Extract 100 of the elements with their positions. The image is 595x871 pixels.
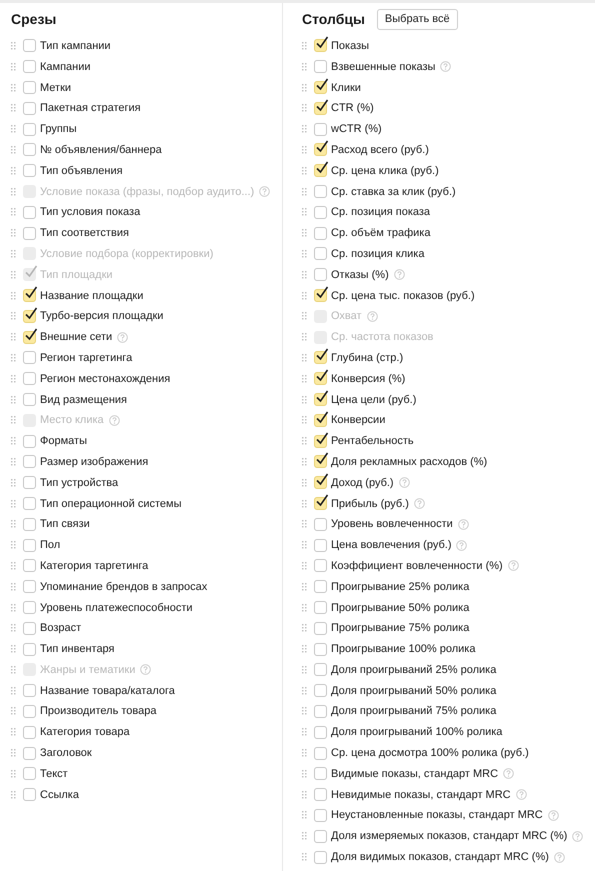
drag-handle-icon[interactable] (11, 707, 16, 716)
checkbox[interactable] (23, 455, 36, 468)
drag-handle-icon[interactable] (302, 582, 307, 591)
drag-handle-icon[interactable] (302, 292, 307, 300)
checkbox[interactable] (314, 830, 327, 843)
drag-handle-icon[interactable] (302, 42, 307, 50)
drag-handle-icon[interactable] (302, 146, 307, 154)
drag-handle-icon[interactable] (302, 374, 307, 383)
drag-handle-icon[interactable] (11, 333, 16, 342)
drag-handle-icon[interactable] (11, 458, 16, 466)
drag-handle-icon[interactable] (302, 770, 307, 778)
drag-handle-icon[interactable] (302, 188, 307, 196)
drag-handle-icon[interactable] (11, 666, 16, 674)
checkbox[interactable] (314, 81, 327, 94)
checkbox[interactable] (23, 143, 36, 156)
checkbox[interactable] (23, 746, 36, 760)
checkbox[interactable] (314, 642, 327, 656)
drag-handle-icon[interactable] (11, 62, 16, 71)
drag-handle-icon[interactable] (302, 396, 307, 404)
drag-handle-icon[interactable] (302, 208, 307, 216)
checkbox[interactable] (314, 289, 327, 302)
checkbox[interactable] (23, 580, 36, 594)
checkbox[interactable] (23, 559, 36, 572)
drag-handle-icon[interactable] (11, 437, 16, 446)
drag-handle-icon[interactable] (11, 541, 16, 550)
checkbox[interactable] (314, 102, 327, 115)
checkbox[interactable] (23, 226, 36, 240)
checkbox[interactable] (314, 788, 327, 802)
checkbox[interactable] (314, 622, 327, 635)
checkbox[interactable] (314, 704, 327, 718)
checkbox[interactable] (314, 143, 327, 156)
checkbox[interactable] (314, 226, 327, 240)
drag-handle-icon[interactable] (302, 645, 307, 654)
drag-handle-icon[interactable] (11, 604, 16, 612)
drag-handle-icon[interactable] (302, 478, 307, 487)
drag-handle-icon[interactable] (11, 188, 16, 196)
drag-handle-icon[interactable] (11, 749, 16, 758)
checkbox[interactable] (314, 268, 327, 282)
drag-handle-icon[interactable] (302, 666, 307, 674)
drag-handle-icon[interactable] (302, 437, 307, 446)
drag-handle-icon[interactable] (302, 312, 307, 320)
checkbox[interactable] (23, 684, 36, 698)
checkbox[interactable] (23, 289, 36, 302)
checkbox[interactable] (314, 559, 327, 572)
drag-handle-icon[interactable] (11, 354, 16, 362)
drag-handle-icon[interactable] (302, 166, 307, 175)
checkbox[interactable] (314, 372, 327, 386)
drag-handle-icon[interactable] (302, 562, 307, 570)
drag-handle-icon[interactable] (11, 292, 16, 300)
drag-handle-icon[interactable] (302, 811, 307, 820)
checkbox[interactable] (23, 372, 36, 386)
drag-handle-icon[interactable] (302, 125, 307, 134)
checkbox[interactable] (23, 767, 36, 780)
checkbox[interactable] (314, 414, 327, 427)
checkbox[interactable] (314, 206, 327, 219)
drag-handle-icon[interactable] (11, 374, 16, 383)
checkbox[interactable] (23, 122, 36, 136)
drag-handle-icon[interactable] (11, 520, 16, 528)
checkbox[interactable] (23, 788, 36, 802)
drag-handle-icon[interactable] (11, 84, 16, 92)
checkbox[interactable] (23, 164, 36, 178)
drag-handle-icon[interactable] (302, 229, 307, 238)
drag-handle-icon[interactable] (11, 582, 16, 591)
drag-handle-icon[interactable] (11, 166, 16, 175)
drag-handle-icon[interactable] (302, 84, 307, 92)
checkbox[interactable] (23, 206, 36, 219)
checkbox[interactable] (23, 330, 36, 344)
drag-handle-icon[interactable] (302, 458, 307, 466)
checkbox[interactable] (314, 434, 327, 448)
checkbox[interactable] (314, 351, 327, 364)
checkbox[interactable] (314, 247, 327, 260)
checkbox[interactable] (23, 60, 36, 74)
drag-handle-icon[interactable] (302, 686, 307, 695)
drag-handle-icon[interactable] (302, 354, 307, 362)
drag-handle-icon[interactable] (302, 416, 307, 424)
drag-handle-icon[interactable] (11, 125, 16, 134)
checkbox[interactable] (314, 684, 327, 698)
checkbox[interactable] (314, 60, 327, 74)
checkbox[interactable] (314, 518, 327, 531)
checkbox[interactable] (314, 455, 327, 468)
checkbox[interactable] (23, 497, 36, 510)
drag-handle-icon[interactable] (11, 478, 16, 487)
checkbox[interactable] (314, 601, 327, 614)
drag-handle-icon[interactable] (302, 604, 307, 612)
drag-handle-icon[interactable] (302, 853, 307, 862)
drag-handle-icon[interactable] (11, 500, 16, 508)
checkbox[interactable] (314, 850, 327, 864)
drag-handle-icon[interactable] (11, 416, 16, 424)
checkbox[interactable] (23, 601, 36, 614)
drag-handle-icon[interactable] (302, 62, 307, 71)
checkbox[interactable] (314, 580, 327, 594)
drag-handle-icon[interactable] (11, 229, 16, 238)
drag-handle-icon[interactable] (11, 770, 16, 778)
drag-handle-icon[interactable] (11, 42, 16, 50)
drag-handle-icon[interactable] (302, 541, 307, 550)
checkbox[interactable] (314, 746, 327, 760)
drag-handle-icon[interactable] (302, 749, 307, 758)
checkbox[interactable] (314, 538, 327, 552)
checkbox[interactable] (314, 476, 327, 490)
checkbox[interactable] (23, 39, 36, 52)
